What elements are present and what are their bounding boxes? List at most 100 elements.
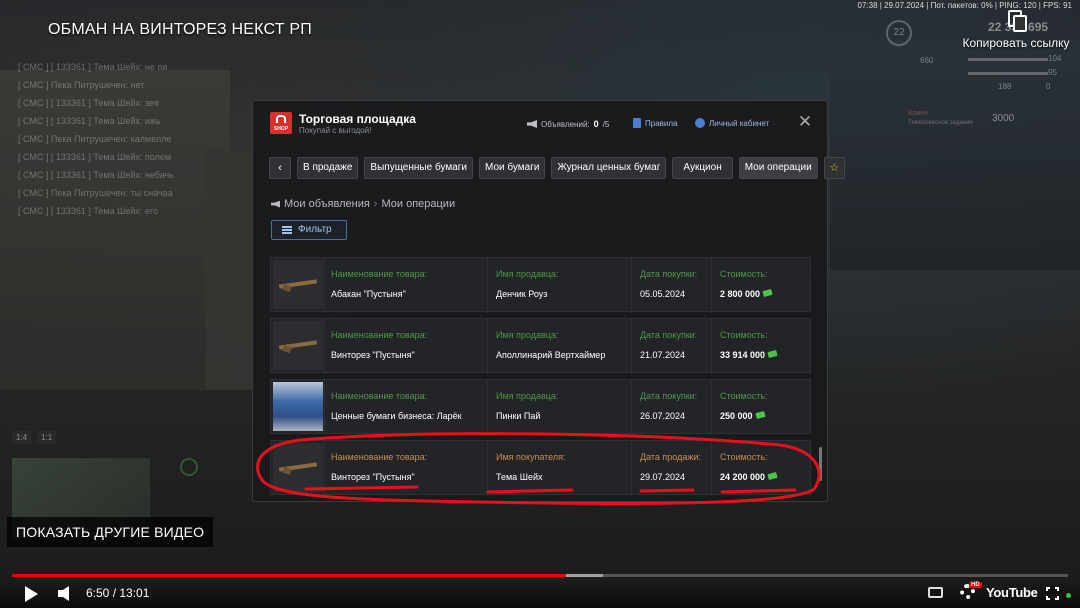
item-cell: Наименование товара: Винторез "Пустыня" xyxy=(324,441,487,496)
chat-line: [ СМС ] [ 133361 ] Тема Шейх: его xyxy=(18,206,159,216)
tab-issued-papers[interactable]: Выпущенные бумаги xyxy=(364,157,474,179)
tab-my-operations[interactable]: Мои операции xyxy=(738,157,818,179)
item-cell: Наименование товара: Абакан "Пустыня" xyxy=(324,258,487,313)
date-value: 26.07.2024 xyxy=(640,411,686,421)
hud-clan: Клинч xyxy=(908,110,928,117)
market-tabs: ‹ В продаже Выпущенные бумаги Мои бумаги… xyxy=(269,157,845,179)
person-name: Аполлинарий Вертхаймер xyxy=(496,350,606,360)
window-header: SHOP Торговая площадка Покупай с выгодой… xyxy=(253,101,827,147)
rifle-icon xyxy=(273,260,323,309)
date-cell: Дата покупки: 26.07.2024 xyxy=(631,380,711,435)
video-progress-bar[interactable] xyxy=(12,574,1068,577)
price-cell: Стоимость: 33 914 000 xyxy=(711,319,811,374)
play-icon[interactable] xyxy=(25,586,38,602)
price-cell: Стоимость: 250 000 xyxy=(711,380,811,435)
item-cell: Наименование товара: Ценные бумаги бизне… xyxy=(324,380,487,435)
price-value: 33 914 000 xyxy=(720,349,778,360)
price-amount: 250 000 xyxy=(720,411,753,421)
user-icon xyxy=(695,118,705,128)
copy-link-button[interactable]: Копировать ссылку xyxy=(958,10,1074,52)
video-title[interactable]: ОБМАН НА ВИНТОРЕЗ НЕКСТ РП xyxy=(48,21,312,39)
filter-label: Фильтр xyxy=(298,224,332,235)
subtitles-icon[interactable] xyxy=(928,587,943,598)
operation-row[interactable]: Наименование товара: Ценные бумаги бизне… xyxy=(270,379,811,435)
progress-played xyxy=(12,574,567,577)
chat-line: [ СМС ] [ 133361 ] Тема Шейх: небачь xyxy=(18,170,174,180)
tab-on-sale[interactable]: В продаже xyxy=(297,157,359,179)
hud-clan-task: Тяжеловесное задание xyxy=(908,120,973,126)
rifle-icon xyxy=(273,321,323,370)
tab-securities-log[interactable]: Журнал ценных бумаг xyxy=(551,157,667,179)
ads-limit: /5 xyxy=(602,119,610,129)
date-cell: Дата покупки: 21.07.2024 xyxy=(631,319,711,374)
breadcrumb-parent[interactable]: Мои объявления xyxy=(284,198,370,210)
hud-stat: 188 xyxy=(998,82,1012,91)
marketplace-window: SHOP Торговая площадка Покупай с выгодой… xyxy=(252,100,845,502)
shop-logo-text: SHOP xyxy=(273,126,289,132)
date-cell: Дата покупки: 05.05.2024 xyxy=(631,258,711,313)
price-label: Стоимость: xyxy=(720,391,768,401)
date-value: 29.07.2024 xyxy=(640,472,686,482)
item-name: Абакан "Пустыня" xyxy=(331,289,406,299)
item-label: Наименование товара: xyxy=(331,269,428,279)
tab-auction[interactable]: Аукцион xyxy=(672,157,733,179)
operation-row[interactable]: Наименование товара: Винторез "Пустыня" … xyxy=(270,318,811,374)
copy-link-label: Копировать ссылку xyxy=(962,36,1070,50)
personal-cabinet-link[interactable]: Личный кабинет xyxy=(695,118,769,128)
person-cell: Имя продавца: Аполлинарий Вертхаймер xyxy=(487,319,631,374)
chat-line: [ СМС ] [ 133361 ] Тема Шейх: полем xyxy=(18,152,172,162)
operation-row-sale[interactable]: Наименование товара: Винторез "Пустыня" … xyxy=(270,440,811,496)
youtube-logo[interactable]: YouTube xyxy=(986,585,1038,600)
item-name: Ценные бумаги бизнеса: Ларёк xyxy=(331,411,462,421)
star-icon[interactable]: ☆ xyxy=(823,157,845,179)
ads-label: Объявлений: xyxy=(541,119,590,129)
megaphone-icon xyxy=(271,200,280,208)
player-controls: 6:50 / 13:01 HD YouTube xyxy=(0,580,1080,608)
person-name: Денчик Роуз xyxy=(496,289,548,299)
item-label: Наименование товара: xyxy=(331,330,428,340)
exit-fullscreen-icon[interactable] xyxy=(1045,586,1061,602)
game-status-line: 07:38 | 29.07.2024 | Пот. пакетов: 0% | … xyxy=(857,1,1073,10)
hd-badge: HD xyxy=(969,582,982,588)
person-label: Имя продавца: xyxy=(496,330,559,340)
rifle-icon xyxy=(273,443,323,492)
shopping-bag-icon xyxy=(276,115,286,123)
ads-counter: Объявлений: 0 /5 xyxy=(527,119,609,129)
cabinet-label: Личный кабинет xyxy=(709,118,770,128)
price-label: Стоимость: xyxy=(720,452,768,462)
date-label: Дата покупки: xyxy=(640,330,698,340)
tab-my-papers[interactable]: Мои бумаги xyxy=(479,157,546,179)
back-button[interactable]: ‹ xyxy=(269,157,291,179)
breadcrumb-separator: › xyxy=(373,198,378,210)
breadcrumb-current: Мои операции xyxy=(381,198,456,210)
price-cell: Стоимость: 2 800 000 xyxy=(711,258,811,313)
item-label: Наименование товара: xyxy=(331,452,428,462)
list-scrollbar[interactable] xyxy=(819,447,822,481)
filter-button[interactable]: Фильтр xyxy=(271,220,347,240)
hud-stat: 95 xyxy=(1048,68,1057,77)
filter-icon xyxy=(282,226,292,234)
operation-row[interactable]: Наименование товара: Абакан "Пустыня" Им… xyxy=(270,257,811,313)
date-label: Дата продажи: xyxy=(640,452,701,462)
status-dot xyxy=(1066,593,1071,598)
price-label: Стоимость: xyxy=(720,269,768,279)
chat-line: [ СМС ] [ 133361 ] Тема Шейх: не пи xyxy=(18,62,168,72)
person-label: Имя покупателя: xyxy=(496,452,566,462)
hud-level: 22 xyxy=(886,20,912,46)
close-icon[interactable]: ✕ xyxy=(797,113,813,130)
cash-icon xyxy=(767,349,778,359)
person-cell: Имя продавца: Денчик Роуз xyxy=(487,258,631,313)
document-icon xyxy=(633,118,641,128)
hud-stat: 104 xyxy=(1048,54,1062,63)
hud-stat: 660 xyxy=(920,56,934,65)
price-value: 2 800 000 xyxy=(720,288,773,299)
show-more-videos-button[interactable]: ПОКАЗАТЬ ДРУГИЕ ВИДЕО xyxy=(7,517,214,547)
hud-bar xyxy=(968,58,1048,61)
date-value: 21.07.2024 xyxy=(640,350,686,360)
rules-link[interactable]: Правила xyxy=(633,118,677,128)
volume-icon[interactable] xyxy=(58,586,76,602)
price-cell: Стоимость: 24 200 000 xyxy=(711,441,811,496)
cash-icon xyxy=(762,288,773,298)
price-amount: 2 800 000 xyxy=(720,289,761,299)
minimap-scale-option: 1:4 xyxy=(12,431,32,444)
